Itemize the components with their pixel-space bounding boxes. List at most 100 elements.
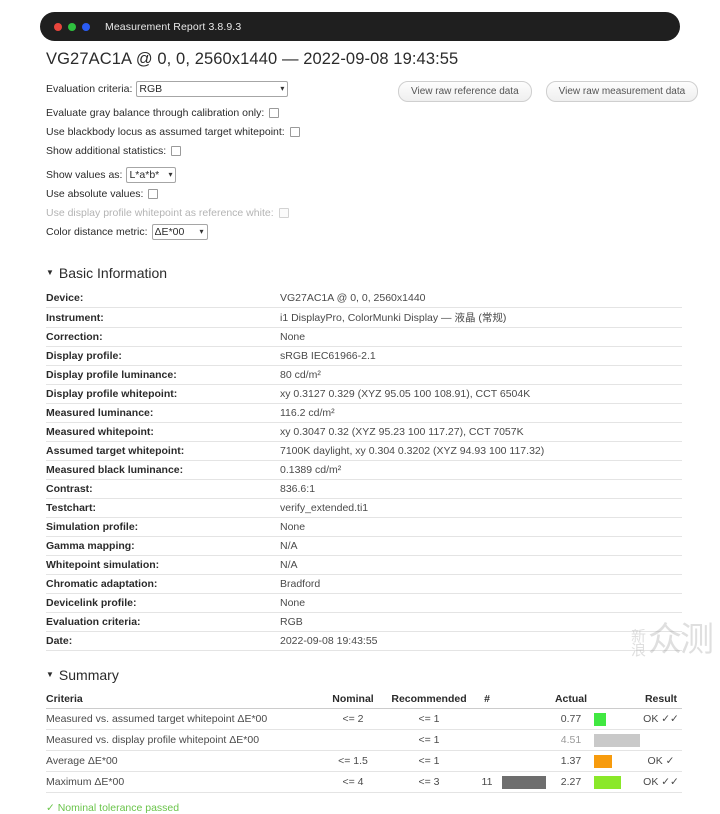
table-row: Correction: None bbox=[46, 327, 682, 347]
info-key: Date: bbox=[46, 631, 274, 651]
summary-count-bar bbox=[502, 775, 547, 789]
info-value: sRGB IEC61966-2.1 bbox=[274, 346, 682, 366]
evaluation-criteria-label: Evaluation criteria: bbox=[46, 83, 133, 95]
info-key: Testchart: bbox=[46, 498, 274, 518]
additional-statistics-checkbox[interactable] bbox=[171, 146, 182, 156]
summary-actual-bar bbox=[594, 733, 640, 747]
summary-heading-label: Summary bbox=[58, 667, 119, 683]
table-row: Gamma mapping: N/A bbox=[46, 536, 682, 556]
table-row: Display profile luminance: 80 cd/m² bbox=[46, 365, 682, 385]
summary-table: Criteria Nominal Recommended # Actual Re… bbox=[46, 691, 682, 793]
basic-information-table: Device: VG27AC1A @ 0, 0, 2560x1440 Instrum… bbox=[46, 289, 682, 651]
summary-col-result: Result bbox=[640, 691, 682, 709]
table-row: Device: VG27AC1A @ 0, 0, 2560x1440 bbox=[46, 289, 682, 308]
summary-recommended: <= 3 bbox=[386, 771, 472, 793]
info-key: Devicelink profile: bbox=[46, 593, 274, 613]
table-row: Assumed target whitepoint: 7100K daylight… bbox=[46, 441, 682, 461]
summary-criteria: Measured vs. assumed target whitepoint Δ… bbox=[46, 708, 320, 730]
minimize-button[interactable] bbox=[68, 22, 76, 31]
summary-col-criteria: Criteria bbox=[46, 691, 320, 709]
info-value: VG27AC1A @ 0, 0, 2560x1440 bbox=[274, 289, 682, 308]
gray-balance-label: Evaluate gray balance through calibratio… bbox=[46, 107, 265, 119]
summary-result: OK ✓✓ bbox=[640, 771, 682, 793]
summary-actual: 2.27 bbox=[548, 771, 594, 793]
summary-result: OK ✓ bbox=[640, 750, 682, 772]
summary-count bbox=[472, 729, 502, 751]
info-key: Simulation profile: bbox=[46, 517, 274, 537]
summary-count: 11 bbox=[472, 771, 502, 793]
color-distance-metric-select[interactable]: ΔE*00 bbox=[151, 224, 208, 240]
info-key: Display profile luminance: bbox=[46, 365, 274, 385]
summary-col-actual: Actual bbox=[548, 691, 594, 709]
profile-whitepoint-reference-checkbox bbox=[278, 208, 289, 218]
gray-balance-checkbox[interactable] bbox=[269, 108, 280, 118]
info-key: Correction: bbox=[46, 327, 274, 347]
info-value: Bradford bbox=[274, 574, 682, 594]
close-button[interactable] bbox=[54, 22, 62, 31]
option-absolute-values: Use absolute values: bbox=[46, 186, 682, 202]
option-evaluation-criteria: Evaluation criteria: RGB ▾ bbox=[46, 81, 682, 97]
absolute-values-checkbox[interactable] bbox=[148, 189, 159, 199]
summary-count bbox=[472, 750, 502, 772]
summary-nominal bbox=[320, 729, 386, 751]
blackbody-locus-checkbox[interactable] bbox=[289, 127, 300, 137]
table-row: Contrast: 836.6:1 bbox=[46, 479, 682, 499]
profile-whitepoint-reference-label: Use display profile whitepoint as refere… bbox=[46, 207, 274, 219]
summary-table-body: Measured vs. assumed target whitepoint Δ… bbox=[46, 708, 682, 793]
table-row: Simulation profile: None bbox=[46, 517, 682, 537]
info-value: xy 0.3127 0.329 (XYZ 95.05 100 108.91), … bbox=[274, 384, 682, 404]
summary-actual-bar bbox=[594, 775, 621, 789]
info-value: None bbox=[274, 327, 682, 347]
table-row: Date: 2022-09-08 19:43:55 bbox=[46, 631, 682, 651]
summary-recommended: <= 1 bbox=[386, 750, 472, 772]
info-value: i1 DisplayPro, ColorMunki Display — 液晶 (… bbox=[274, 307, 682, 328]
info-key: Instrument: bbox=[46, 307, 274, 328]
summary-actual: 1.37 bbox=[548, 750, 594, 772]
info-key: Measured luminance: bbox=[46, 403, 274, 423]
summary-col-count: # bbox=[472, 691, 502, 709]
summary-actual: 0.77 bbox=[548, 708, 594, 730]
summary-count-bar-cell bbox=[502, 771, 548, 793]
show-values-as-select[interactable]: L*a*b* bbox=[126, 167, 177, 183]
info-key: Display profile whitepoint: bbox=[46, 384, 274, 404]
summary-result bbox=[640, 729, 682, 751]
table-row: Measured vs. display profile whitepoint … bbox=[46, 729, 682, 751]
table-row: Chromatic adaptation: Bradford bbox=[46, 574, 682, 594]
summary-nominal: <= 4 bbox=[320, 771, 386, 793]
option-gray-balance: Evaluate gray balance through calibratio… bbox=[46, 105, 682, 121]
maximize-button[interactable] bbox=[82, 22, 90, 31]
option-additional-statistics: Show additional statistics: bbox=[46, 143, 682, 159]
show-values-as-label: Show values as: bbox=[46, 169, 123, 181]
table-row: Whitepoint simulation: N/A bbox=[46, 555, 682, 575]
table-row: Maximum ΔE*00 <= 4 <= 3 11 2.27 OK ✓✓ bbox=[46, 771, 682, 793]
table-row: Average ΔE*00 <= 1.5 <= 1 1.37 OK ✓ bbox=[46, 750, 682, 772]
info-value: None bbox=[274, 517, 682, 537]
basic-information-heading[interactable]: ▼ Basic Information bbox=[46, 265, 682, 281]
summary-col-actual-bar bbox=[594, 691, 640, 709]
table-row: Testchart: verify_extended.ti1 bbox=[46, 498, 682, 518]
summary-actual-bar-cell bbox=[594, 729, 640, 751]
info-value: xy 0.3047 0.32 (XYZ 95.23 100 117.27), C… bbox=[274, 422, 682, 442]
summary-heading[interactable]: ▼ Summary bbox=[46, 667, 682, 683]
summary-header-row: Criteria Nominal Recommended # Actual Re… bbox=[46, 691, 682, 709]
show-values-as-select-wrap: L*a*b* ▾ bbox=[126, 167, 177, 183]
summary-count bbox=[472, 708, 502, 730]
info-value: 836.6:1 bbox=[274, 479, 682, 499]
info-value: 116.2 cd/m² bbox=[274, 403, 682, 423]
info-value: None bbox=[274, 593, 682, 613]
window-title: Measurement Report 3.8.9.3 bbox=[105, 20, 242, 33]
evaluation-criteria-select[interactable]: RGB bbox=[136, 81, 289, 97]
option-color-distance-metric: Color distance metric: ΔE*00 ▾ bbox=[46, 224, 682, 240]
triangle-down-icon: ▼ bbox=[46, 268, 54, 277]
info-key: Gamma mapping: bbox=[46, 536, 274, 556]
color-distance-metric-label: Color distance metric: bbox=[46, 226, 148, 238]
summary-result: OK ✓✓ bbox=[640, 708, 682, 730]
summary-col-recommended: Recommended bbox=[386, 691, 472, 709]
nominal-tolerance-status: ✓ Nominal tolerance passed bbox=[46, 802, 180, 814]
evaluation-criteria-select-wrap: RGB ▾ bbox=[136, 81, 289, 97]
info-key: Assumed target whitepoint: bbox=[46, 441, 274, 461]
table-row: Display profile whitepoint: xy 0.3127 0.3… bbox=[46, 384, 682, 404]
summary-criteria: Average ΔE*00 bbox=[46, 750, 320, 772]
summary-actual-bar-cell bbox=[594, 708, 640, 730]
info-key: Whitepoint simulation: bbox=[46, 555, 274, 575]
